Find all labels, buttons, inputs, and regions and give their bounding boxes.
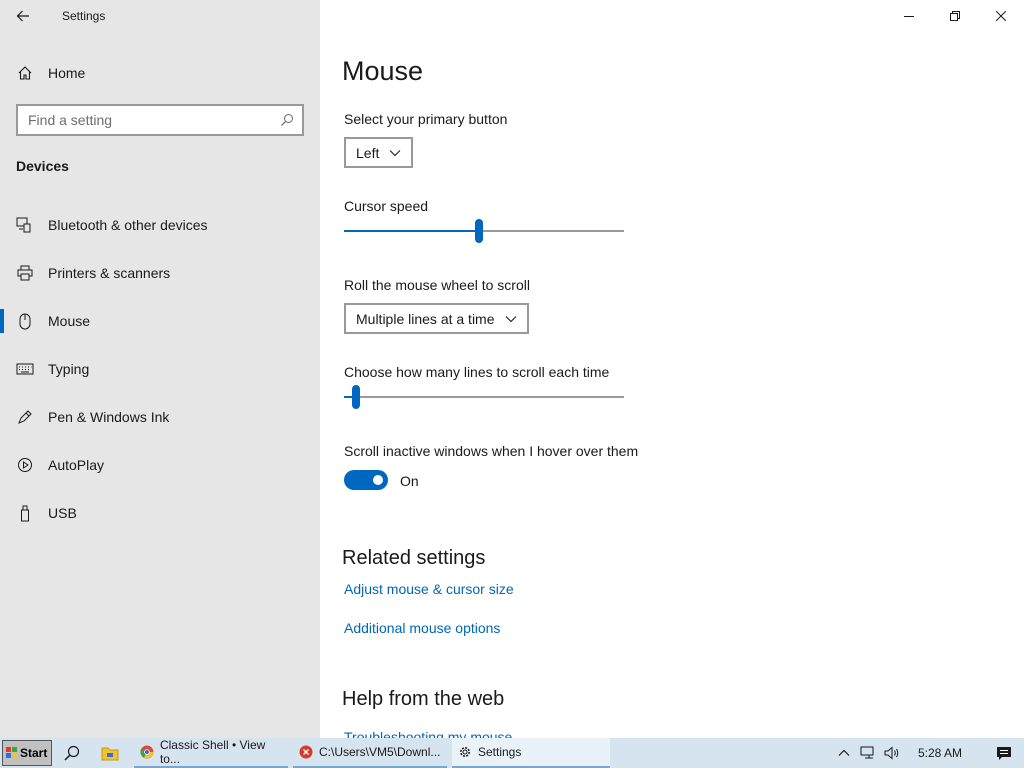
adjust-cursor-size-link[interactable]: Adjust mouse & cursor size	[344, 581, 514, 597]
taskbar-app-label: Settings	[478, 745, 522, 759]
dropdown-value: Left	[356, 144, 380, 161]
sidebar-item-pen[interactable]: Pen & Windows Ink	[0, 393, 320, 441]
window-controls	[886, 0, 1024, 32]
start-logo-icon	[6, 747, 17, 758]
sidebar-item-label: Home	[48, 65, 86, 81]
nav-list: Bluetooth & other devices Printers & sca…	[0, 201, 320, 537]
related-settings-heading: Related settings	[342, 547, 486, 569]
taskbar-app-label: Classic Shell • View to...	[159, 738, 266, 766]
sidebar-item-usb[interactable]: USB	[0, 489, 320, 537]
taskbar-app-label: C:\Users\VM5\Downl...	[319, 745, 441, 759]
taskbar-clock[interactable]: 5:28 AM	[918, 746, 962, 760]
search-icon[interactable]	[280, 113, 294, 127]
sidebar-item-label: Bluetooth & other devices	[48, 217, 208, 233]
autoplay-icon	[0, 441, 48, 489]
start-button[interactable]: Start	[2, 740, 52, 766]
bluetooth-devices-icon	[0, 201, 48, 249]
chrome-icon	[140, 745, 154, 759]
restore-icon	[950, 11, 960, 21]
keyboard-icon	[0, 345, 48, 393]
printer-icon	[0, 249, 48, 297]
network-icon	[860, 746, 874, 759]
page-title: Mouse	[342, 56, 424, 86]
sidebar-item-label: USB	[48, 505, 77, 521]
lines-scroll-slider[interactable]	[344, 385, 624, 409]
app-title: Settings	[62, 9, 106, 23]
taskbar-app-settings[interactable]: Settings	[452, 738, 610, 768]
error-icon	[299, 745, 313, 759]
help-heading: Help from the web	[342, 688, 505, 710]
sidebar-item-home[interactable]: Home	[0, 56, 320, 90]
sidebar: Settings Home Devices Bluetooth & other …	[0, 0, 320, 738]
sidebar-item-label: Pen & Windows Ink	[48, 409, 170, 425]
toggle-knob	[373, 475, 383, 485]
back-button[interactable]	[0, 0, 46, 32]
lines-scroll-label: Choose how many lines to scroll each tim…	[344, 364, 610, 380]
main-content: Mouse Select your primary button Left Cu…	[320, 0, 1024, 738]
volume-icon	[884, 746, 899, 760]
volume-button[interactable]	[880, 738, 904, 768]
sidebar-item-bluetooth[interactable]: Bluetooth & other devices	[0, 201, 320, 249]
taskbar: Start Classic Shell • View to... C:\User…	[0, 738, 1024, 768]
primary-button-label: Select your primary button	[344, 111, 508, 127]
action-center-button[interactable]	[984, 738, 1024, 768]
troubleshooting-link[interactable]: Troubleshooting my mouse	[344, 729, 512, 738]
cursor-speed-label: Cursor speed	[344, 198, 429, 214]
home-icon	[0, 56, 48, 90]
sidebar-item-label: Printers & scanners	[48, 265, 171, 281]
sidebar-item-autoplay[interactable]: AutoPlay	[0, 441, 320, 489]
dropdown-value: Multiple lines at a time	[356, 310, 495, 327]
additional-mouse-options-link[interactable]: Additional mouse options	[344, 620, 500, 636]
mouse-icon	[0, 297, 48, 345]
slider-thumb[interactable]	[352, 385, 360, 409]
system-tray: 5:28 AM	[832, 738, 1024, 768]
folder-icon	[101, 747, 119, 760]
notification-icon	[997, 746, 1011, 760]
wheel-scroll-label: Roll the mouse wheel to scroll	[344, 277, 530, 293]
slider-fill	[344, 230, 479, 232]
chevron-up-icon	[838, 749, 850, 756]
sidebar-item-printers[interactable]: Printers & scanners	[0, 249, 320, 297]
minimize-icon	[904, 16, 914, 17]
sidebar-item-label: AutoPlay	[48, 457, 105, 473]
wheel-scroll-dropdown[interactable]: Multiple lines at a time	[344, 303, 529, 334]
inactive-scroll-label: Scroll inactive windows when I hover ove…	[344, 443, 639, 459]
chevron-down-icon	[389, 149, 401, 156]
search-box[interactable]	[16, 104, 304, 136]
toggle-state: On	[400, 473, 419, 489]
slider-thumb[interactable]	[475, 219, 483, 243]
taskbar-search-button[interactable]	[54, 738, 90, 768]
pen-icon	[0, 393, 48, 441]
minimize-button[interactable]	[886, 0, 932, 32]
network-button[interactable]	[856, 738, 880, 768]
search-input[interactable]	[28, 112, 268, 128]
show-hidden-icons-button[interactable]	[832, 738, 856, 768]
restore-button[interactable]	[932, 0, 978, 32]
gear-icon	[460, 747, 470, 757]
close-button[interactable]	[978, 0, 1024, 32]
cursor-speed-slider[interactable]	[344, 219, 624, 243]
sidebar-item-mouse[interactable]: Mouse	[0, 297, 320, 345]
slider-track	[344, 396, 624, 398]
back-arrow-icon	[16, 10, 29, 22]
search-icon	[64, 745, 80, 761]
sidebar-item-label: Mouse	[48, 313, 91, 329]
sidebar-item-label: Typing	[48, 361, 90, 377]
start-label: Start	[20, 746, 48, 760]
close-icon	[996, 11, 1006, 21]
chevron-down-icon	[505, 315, 516, 322]
taskbar-app-chrome[interactable]: Classic Shell • View to...	[134, 738, 288, 768]
title-bar: Settings	[0, 0, 320, 32]
taskbar-app-explorer[interactable]: C:\Users\VM5\Downl...	[293, 738, 447, 768]
usb-icon	[0, 489, 48, 537]
primary-button-dropdown[interactable]: Left	[344, 137, 414, 168]
sidebar-item-typing[interactable]: Typing	[0, 345, 320, 393]
section-heading: Devices	[16, 158, 69, 174]
inactive-scroll-toggle[interactable]	[344, 470, 388, 490]
taskbar-file-explorer-button[interactable]	[92, 738, 128, 768]
